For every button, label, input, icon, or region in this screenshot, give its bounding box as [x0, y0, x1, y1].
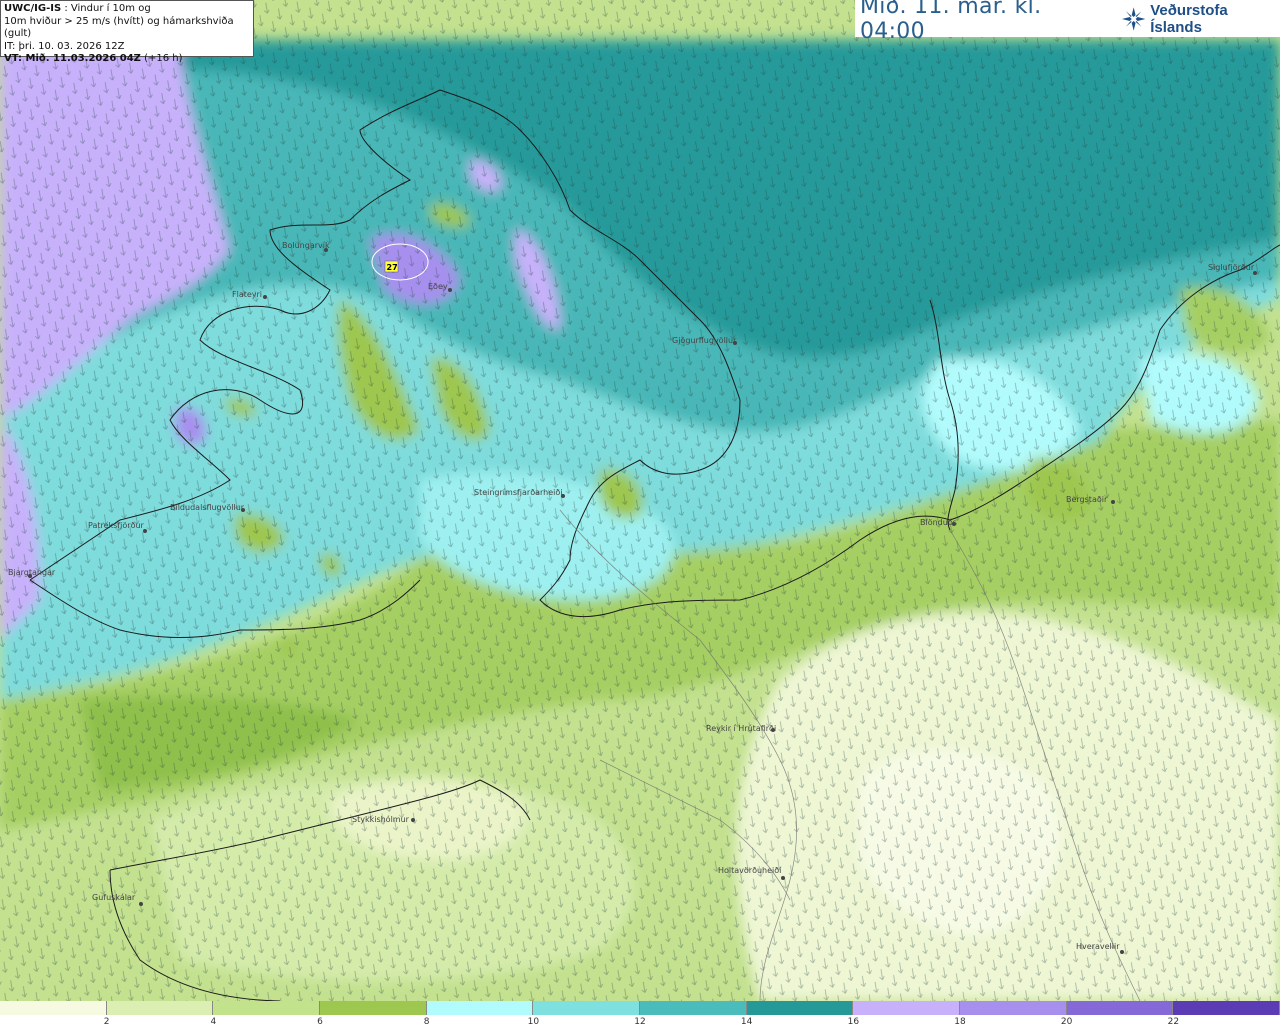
place-blonduos: Blönduós: [920, 517, 957, 527]
place-hveravellir: Hveravellir: [1076, 942, 1120, 951]
legend-segment: [320, 1001, 427, 1015]
place-bolungarvik: Bolungarvík: [282, 241, 330, 250]
station-dot-icon: [1120, 950, 1124, 954]
legend-tick-label: 2: [103, 1017, 110, 1027]
max-gust-value: 27: [387, 263, 398, 272]
legend-segment: [1066, 1001, 1174, 1015]
place-gufuskalar: Gufuskálar: [92, 893, 136, 902]
station-dot-icon: [263, 295, 267, 299]
legend-tick-label: 10: [527, 1017, 540, 1027]
vedurstofa-logo-icon: [1121, 6, 1146, 31]
logo-text: Veðurstofa Íslands: [1150, 1, 1228, 36]
legend-segment: [853, 1001, 960, 1015]
legend-bar: [0, 1001, 1280, 1015]
model-desc-2: 10m hviður > 25 m/s (hvítt) og hámarkshv…: [4, 15, 234, 40]
station-dot-icon: [448, 288, 452, 292]
wind-map[interactable]: Bolungarvík Flateyri Eðey Gjögurflugvöll…: [0, 0, 1280, 1001]
place-holtavorduheidi: Holtavörðuheiði: [718, 866, 781, 875]
legend-segment: [960, 1001, 1067, 1015]
color-legend: 2 4 6 8 10 12 14 16 18 20 22: [0, 1001, 1280, 1030]
station-dot-icon: [139, 902, 143, 906]
valid-offset: (+16 h): [144, 53, 183, 64]
legend-tick-label: 18: [954, 1017, 966, 1027]
place-bildudal: Bíldudalsflugvöllur: [170, 503, 245, 512]
place-flateyri: Flateyri: [232, 290, 262, 299]
place-bergstadir: Bergstaðir: [1066, 495, 1108, 504]
place-gjogur: Gjögurflugvöllur: [672, 336, 737, 345]
place-bjargtangar: Bjargtangar: [8, 568, 56, 577]
legend-segment: [640, 1001, 747, 1015]
station-dot-icon: [1111, 500, 1115, 504]
legend-tick-label: 14: [740, 1017, 753, 1027]
legend-tick-label: 20: [1060, 1017, 1073, 1027]
legend-tick-label: 4: [210, 1017, 217, 1027]
initial-time: IT: þri. 10. 03. 2026 12Z: [4, 40, 125, 52]
place-reykir: Reykir í Hrútafirði: [706, 724, 776, 733]
legend-segment: [533, 1001, 640, 1015]
legend-segment: [426, 1001, 534, 1015]
model-name: UWC/IG-IS: [4, 3, 62, 14]
place-patreksfjordur: Patreksfjörður: [88, 521, 145, 530]
legend-tick-label: 8: [423, 1017, 430, 1027]
model-desc-1: : Vindur í 10m og: [64, 3, 151, 14]
legend-tick-label: 12: [634, 1017, 646, 1027]
place-edey: Eðey: [428, 282, 448, 291]
valid-time: VT: Mið. 11.03.2026 04Z: [4, 53, 141, 64]
vedurstofa-logo[interactable]: Veðurstofa Íslands: [1121, 2, 1280, 36]
time-box: Mið. 11. mar. kl. 04:00 Veðurstofa Íslan…: [855, 0, 1280, 44]
place-siglufjordur: Siglufjörður: [1208, 263, 1255, 272]
legend-tick-label: 22: [1167, 1017, 1180, 1027]
time-title: Mið. 11. mar. kl. 04:00: [860, 0, 1042, 44]
legend-segment: [0, 1001, 107, 1015]
legend-segment: [1173, 1001, 1280, 1015]
place-steingrims: Steingrímsfjarðarheiði: [474, 488, 563, 497]
legend-segment: [213, 1001, 320, 1015]
station-dot-icon: [781, 876, 785, 880]
legend-tick-label: 6: [317, 1017, 323, 1027]
legend-segment: [746, 1001, 854, 1015]
legend-segment: [106, 1001, 214, 1015]
info-box: UWC/IG-IS : Vindur í 10m og 10m hviður >…: [0, 0, 254, 64]
wind-map-canvas: Bolungarvík Flateyri Eðey Gjögurflugvöll…: [0, 0, 1280, 1001]
legend-tick-label: 16: [847, 1017, 860, 1027]
station-dot-icon: [411, 818, 415, 822]
place-stykkisholmur: Stykkishólmur: [352, 814, 410, 824]
